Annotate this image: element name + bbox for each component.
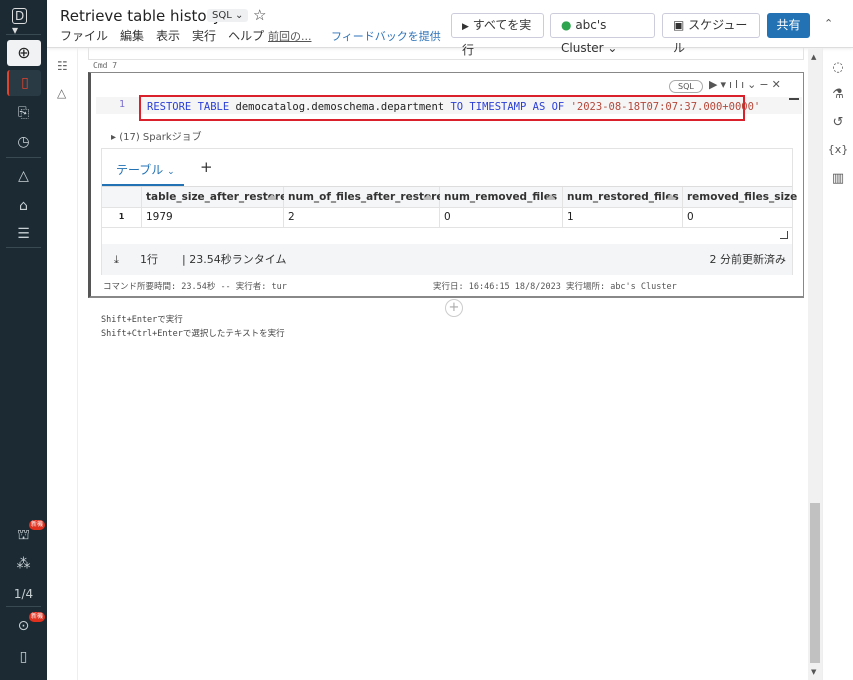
calendar-icon: ▣ [673, 18, 684, 32]
toc-icon[interactable]: ☷ [57, 59, 68, 73]
chart-icon[interactable]: ılı [729, 78, 747, 91]
menu-edit[interactable]: 編集 [120, 29, 144, 43]
last-edit-link[interactable]: 前回の... [268, 28, 312, 44]
tasks-icon[interactable]: ☰ [0, 220, 47, 248]
add-tab-button[interactable]: + [200, 158, 213, 176]
menu-help[interactable]: ヘルプ [228, 29, 264, 43]
column-header[interactable]: removed_files_size [683, 187, 792, 207]
column-header[interactable]: num_removed_files [440, 187, 563, 207]
cmd-label: Cmd 7 [93, 61, 117, 70]
previous-cell [88, 48, 804, 60]
header: Retrieve table history SQL ⌄ ☆ ファイル編集表示実… [47, 0, 853, 48]
run-all-button[interactable]: ▶ すべてを実行 [451, 13, 544, 38]
menu-file[interactable]: ファイル [60, 29, 108, 43]
tab-table[interactable]: テーブル ⌄ [102, 149, 184, 186]
hint: Shift+Enterで実行 [101, 313, 183, 325]
close-icon[interactable]: ✕ [772, 78, 784, 91]
status-dot-icon: ● [561, 18, 571, 32]
recents-icon[interactable]: ◷ [0, 128, 47, 156]
left-toolbar: ☷ △ [48, 48, 78, 680]
new-badge: 新機 [29, 520, 45, 530]
execution-info: 実行日: 16:46:15 18/8/2023 実行場所: abc's Clus… [433, 280, 677, 292]
runtime: | 23.54秒ランタイム [182, 244, 286, 275]
cluster-select[interactable]: ● abc's Cluster ⌄ [550, 13, 655, 38]
collapse-sidebar-icon[interactable]: ▯ [0, 643, 47, 671]
new-badge: 新機 [29, 612, 45, 622]
chart-icon[interactable]: ▥ [826, 171, 850, 186]
add-cell-button[interactable]: + [445, 299, 463, 317]
scrollbar[interactable]: ▲ ▼ [808, 48, 822, 680]
workflows-icon[interactable]: ⌂ [0, 192, 47, 220]
new-button[interactable]: ⊕ [7, 40, 41, 66]
language-select[interactable]: SQL ⌄ [207, 9, 248, 22]
page-counter: 1/4 [0, 580, 47, 608]
code-editor[interactable]: RESTORE TABLE democatalog.demoschema.dep… [139, 95, 745, 121]
feedback-link[interactable]: フィードバックを提供 [331, 28, 441, 44]
menu-run[interactable]: 実行 [192, 29, 216, 43]
history-icon[interactable]: ↺ [826, 115, 850, 130]
partner-connect-icon[interactable]: ⁂ [0, 550, 47, 578]
download-icon[interactable]: ⤓ [114, 244, 119, 275]
run-cell-icon[interactable]: ▶▾ [709, 78, 729, 91]
comments-icon[interactable]: ◌ [826, 60, 850, 75]
variables-icon[interactable]: {x} [826, 143, 850, 156]
spark-jobs-toggle[interactable]: ▸ (17) Sparkジョブ [111, 128, 202, 143]
notebook-cell: SQL ▶▾ılı⌄−✕ 1 RESTORE TABLE democatalog… [88, 72, 804, 298]
share-button[interactable]: 共有 [767, 13, 810, 38]
column-header[interactable]: table_size_after_restore [142, 187, 284, 207]
collapse-header-icon[interactable]: ⌃ [824, 17, 833, 30]
line-number: 1 [119, 99, 125, 110]
schedule-button[interactable]: ▣ スケジュール [662, 13, 760, 38]
minimize-icon[interactable]: − [759, 78, 771, 91]
notebook-icon[interactable]: ▯ [7, 70, 41, 96]
shapes-icon[interactable]: △ [57, 86, 66, 100]
chevron-down-icon[interactable]: ⌄ [747, 78, 759, 91]
language-badge[interactable]: SQL [669, 80, 703, 93]
hint: Shift+Ctrl+Enterで選択したテキストを実行 [101, 327, 285, 339]
star-icon[interactable]: ☆ [253, 6, 266, 24]
workspace-icon[interactable]: ⎘ [0, 99, 47, 127]
column-header[interactable]: num_of_files_after_restore [284, 187, 440, 207]
updated-time: 2 分前更新済み [710, 244, 787, 275]
catalog-icon[interactable]: △ [0, 162, 47, 190]
notebook-title[interactable]: Retrieve table history [60, 7, 222, 25]
result-panel: テーブル ⌄ + table_size_after_restore num_of… [101, 148, 793, 275]
resize-handle[interactable] [780, 231, 788, 239]
row-count: 1行 [140, 244, 158, 275]
sidebar: D ▾ ⊕ ▯ ⎘ ◷ △ ⌂ ☰ ⛫ 新機 ⁂ 1/4 ⊙ 新機 ▯ [0, 0, 47, 680]
workspace-logo[interactable]: D ▾ [12, 9, 36, 27]
menu-view[interactable]: 表示 [156, 29, 180, 43]
experiment-icon[interactable]: ⚗ [826, 87, 850, 102]
command-duration: コマンド所要時間: 23.54秒 -- 実行者: tur [103, 280, 287, 292]
column-header[interactable]: num_restored_files [563, 187, 683, 207]
